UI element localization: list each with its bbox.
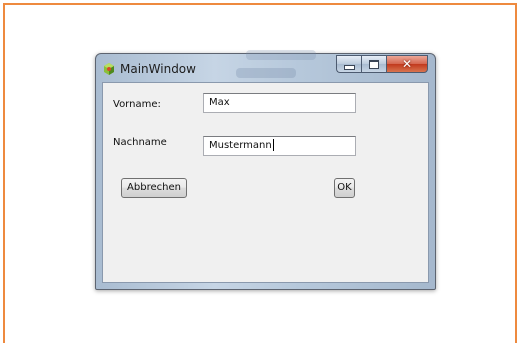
vorname-label: Vorname:: [113, 99, 161, 110]
vorname-value: Max: [209, 97, 230, 108]
nachname-field[interactable]: Mustermann: [203, 136, 356, 156]
close-button[interactable]: ✕: [386, 55, 428, 73]
window-title: MainWindow: [120, 62, 196, 76]
caption-buttons: ✕: [336, 55, 428, 73]
background-blur: [246, 50, 316, 60]
ok-button[interactable]: OK: [334, 178, 355, 198]
maximize-icon: [369, 59, 379, 69]
app-icon[interactable]: [103, 63, 115, 75]
window-client-area: Vorname: Max Nachname Mustermann Abbrech…: [102, 82, 429, 283]
text-cursor: [272, 139, 274, 151]
minimize-icon: [343, 64, 355, 70]
background-blur: [236, 68, 296, 78]
cancel-button[interactable]: Abbrechen: [121, 178, 187, 198]
close-icon: ✕: [401, 57, 413, 71]
nachname-value: Mustermann: [209, 140, 272, 151]
maximize-button[interactable]: [361, 55, 386, 73]
nachname-label: Nachname: [113, 137, 167, 148]
main-window: MainWindow ✕ Vorname: Max Nachname Muste…: [95, 50, 436, 290]
minimize-button[interactable]: [336, 55, 361, 73]
vorname-field[interactable]: Max: [203, 93, 356, 113]
title-bar[interactable]: MainWindow ✕: [96, 50, 435, 82]
